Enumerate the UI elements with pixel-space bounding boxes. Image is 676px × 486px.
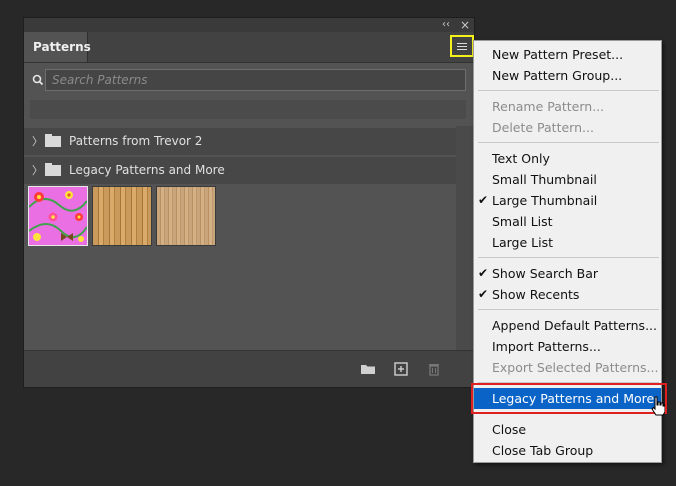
menu-item-small-list[interactable]: Small List [474,211,661,232]
collapse-panel-button[interactable]: ‹‹ [442,18,450,32]
menu-item-legacy-patterns-and-more[interactable]: Legacy Patterns and More [474,388,661,409]
folder-icon [45,163,61,176]
close-panel-button[interactable]: × [460,18,470,32]
menu-separator [478,413,659,414]
menu-separator [478,90,659,91]
menu-separator [478,257,659,258]
menu-item-new-pattern-group[interactable]: New Pattern Group... [474,65,661,86]
search-input[interactable] [45,69,466,91]
new-pattern-icon[interactable] [393,361,409,377]
new-group-folder-icon[interactable] [360,361,376,377]
menu-item-rename-pattern: Rename Pattern... [492,99,605,114]
search-icon [32,74,44,86]
hand-pointer-icon [651,396,665,416]
menu-separator [478,382,659,383]
menu-item-small-thumbnail[interactable]: Small Thumbnail [474,169,661,190]
menu-item-close[interactable]: Close [474,419,661,440]
chevron-right-icon[interactable]: 〉 [32,157,43,184]
menu-item-close-tab-group[interactable]: Close Tab Group [474,440,661,461]
menu-item-append-default-patterns[interactable]: Append Default Patterns... [474,315,661,336]
checkmark-icon: ✔ [478,287,489,301]
list-scrollbar[interactable] [456,126,474,351]
checkmark-icon: ✔ [478,266,489,280]
checkmark-icon: ✔ [478,193,489,207]
pattern-thumbnail-wood-1[interactable] [92,186,152,246]
panel-flyout-menu: New Pattern Preset... New Pattern Group.… [473,40,662,463]
menu-separator [478,309,659,310]
patterns-panel: ‹‹ × Patterns 〉 Patterns from Trevor 2 〉… [23,17,475,388]
panel-tab-bar: Patterns [24,32,474,63]
panel-title-strip: ‹‹ × [24,18,474,32]
menu-item-show-search-bar[interactable]: ✔ Show Search Bar [474,263,661,284]
folder-icon [45,134,61,147]
menu-item-delete-pattern: Delete Pattern... [492,120,594,135]
menu-item-show-recents[interactable]: ✔ Show Recents [474,284,661,305]
panel-footer [24,350,474,387]
pattern-thumbnail-wood-2[interactable] [156,186,216,246]
trash-icon[interactable] [426,361,442,377]
tab-patterns[interactable]: Patterns [24,32,91,62]
recents-bar [30,100,466,119]
hamburger-icon [457,42,467,44]
pattern-group-legacy[interactable]: 〉 Legacy Patterns and More [24,157,456,184]
chevron-right-icon[interactable]: 〉 [32,128,43,155]
menu-item-text-only[interactable]: Text Only [474,148,661,169]
patterns-list: 〉 Patterns from Trevor 2 〉 Legacy Patter… [24,126,456,351]
pattern-thumbnail-flowers[interactable] [28,186,88,246]
menu-item-export-selected-patterns: Export Selected Patterns... [492,360,659,375]
menu-item-import-patterns[interactable]: Import Patterns... [474,336,661,357]
flowers-pattern-image [29,191,87,242]
menu-item-large-list[interactable]: Large List [474,232,661,253]
menu-item-large-thumbnail[interactable]: ✔ Large Thumbnail [474,190,661,211]
group-label: Legacy Patterns and More [69,163,225,177]
panel-menu-button[interactable] [450,35,474,57]
search-row [24,69,474,93]
menu-item-new-pattern-preset[interactable]: New Pattern Preset... [474,44,661,65]
pattern-group-trevor[interactable]: 〉 Patterns from Trevor 2 [24,128,456,155]
menu-separator [478,142,659,143]
group-label: Patterns from Trevor 2 [69,134,203,148]
